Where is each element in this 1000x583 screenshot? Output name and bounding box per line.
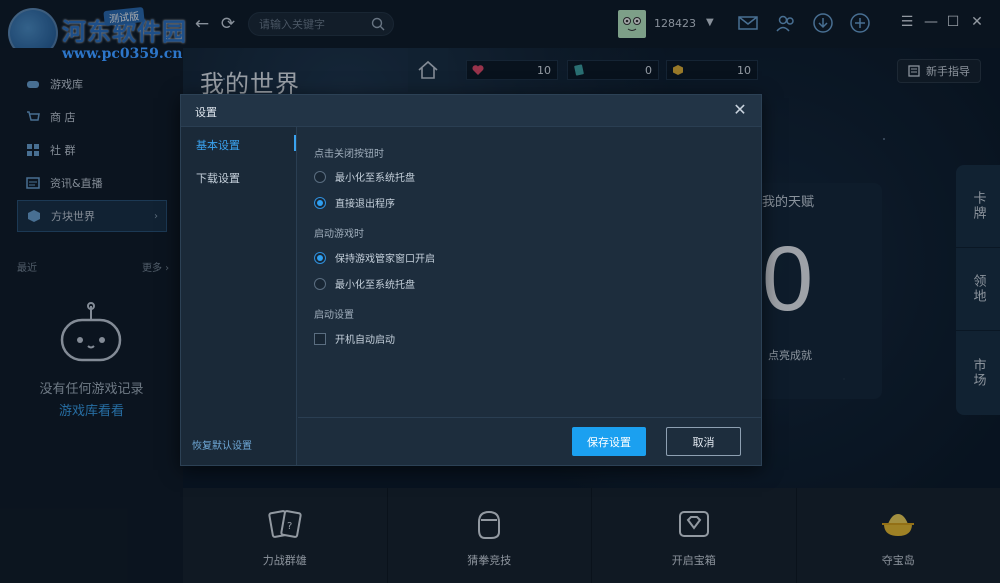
nav-basic-settings[interactable]: 基本设置 — [196, 137, 240, 153]
nav-active-marker — [294, 135, 296, 151]
section-launch-title: 启动游戏时 — [314, 229, 364, 240]
close-icon[interactable]: ✕ — [731, 101, 749, 119]
radio-button-selected[interactable] — [314, 251, 326, 264]
option-launch-minimize[interactable]: 最小化至系统托盘 — [314, 276, 415, 291]
settings-dialog: 设置 ✕ 基本设置 下载设置 恢复默认设置 点击关闭按钮时 最小化至系统托盘 直… — [180, 94, 762, 466]
dialog-footer: 保存设置 取消 — [298, 417, 761, 465]
option-label: 最小化至系统托盘 — [335, 173, 415, 184]
option-label: 保持游戏管家窗口开启 — [335, 254, 435, 265]
option-label: 直接退出程序 — [335, 199, 395, 210]
option-label: 开机自动启动 — [335, 335, 395, 346]
save-button[interactable]: 保存设置 — [572, 427, 646, 456]
section-close-title: 点击关闭按钮时 — [314, 149, 384, 160]
option-close-minimize[interactable]: 最小化至系统托盘 — [314, 169, 415, 184]
option-autostart[interactable]: 开机自动启动 — [314, 331, 395, 346]
option-label: 最小化至系统托盘 — [335, 280, 415, 291]
nav-download-settings[interactable]: 下载设置 — [196, 170, 240, 186]
section-startup-title: 启动设置 — [314, 310, 354, 321]
option-launch-keep-open[interactable]: 保持游戏管家窗口开启 — [314, 250, 435, 265]
watermark-url: www.pc0359.cn — [62, 46, 183, 62]
checkbox[interactable] — [314, 332, 326, 345]
restore-defaults-link[interactable]: 恢复默认设置 — [192, 437, 252, 452]
cancel-button[interactable]: 取消 — [666, 427, 741, 456]
radio-button[interactable] — [314, 277, 326, 290]
radio-button[interactable] — [314, 170, 326, 183]
settings-body: 点击关闭按钮时 最小化至系统托盘 直接退出程序 启动游戏时 保持游戏管家窗口开启… — [298, 127, 761, 417]
dialog-title: 设置 — [195, 106, 217, 119]
settings-nav: 基本设置 下载设置 恢复默认设置 — [181, 127, 297, 465]
option-close-exit[interactable]: 直接退出程序 — [314, 195, 395, 210]
radio-button-selected[interactable] — [314, 196, 326, 209]
dialog-header: 设置 ✕ — [181, 95, 761, 127]
